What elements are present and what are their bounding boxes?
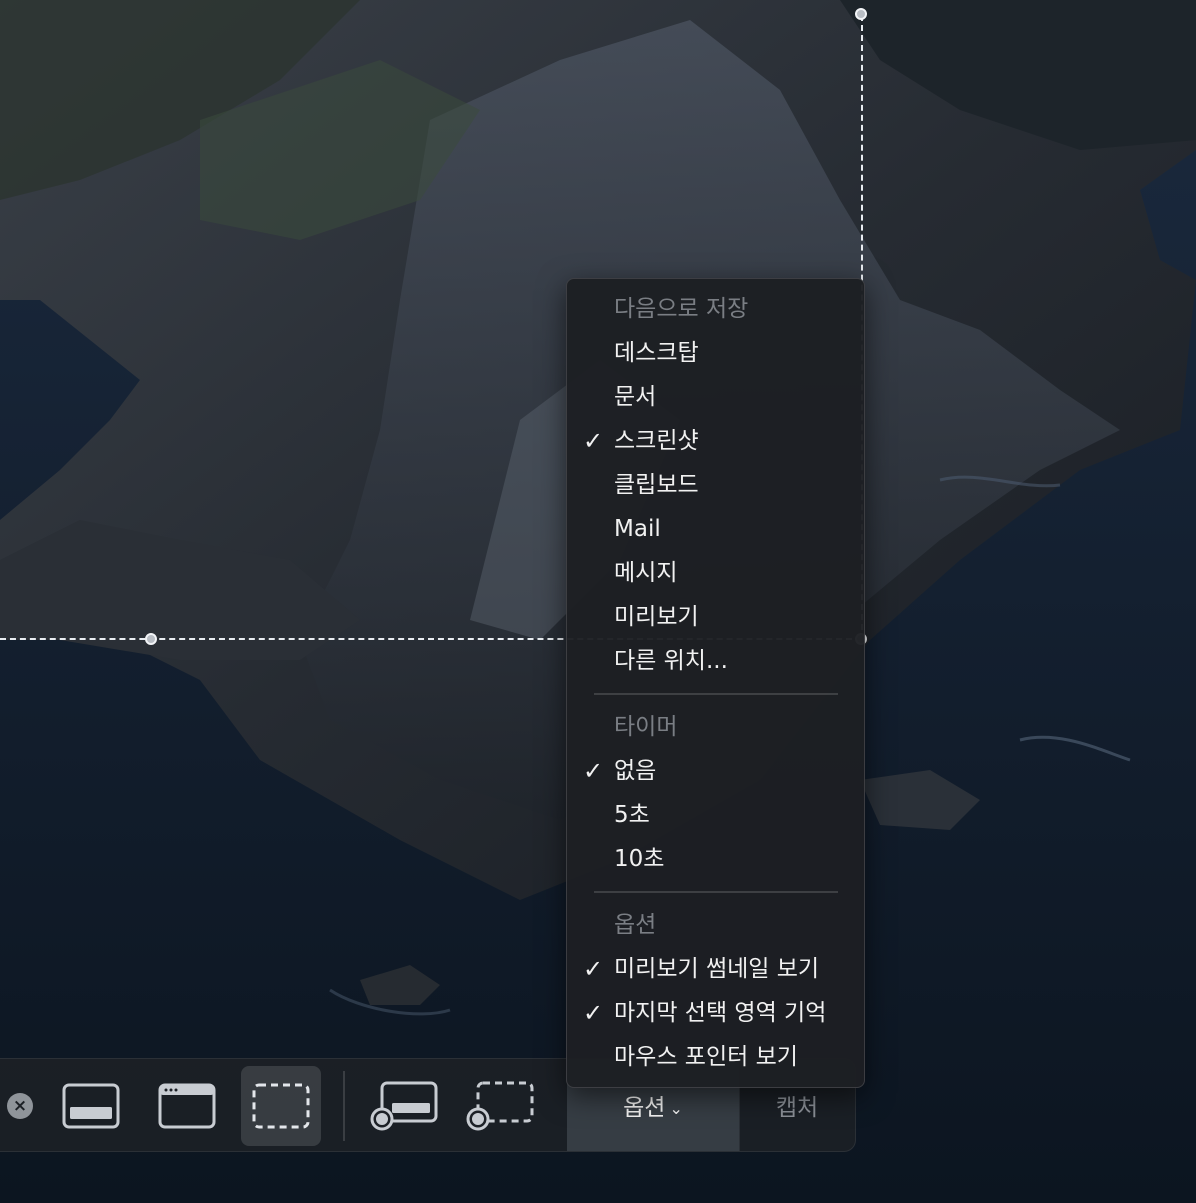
menu-item-show-mouse-pointer[interactable]: 마우스 포인터 보기 bbox=[567, 1036, 864, 1078]
checkmark-icon: ✓ bbox=[583, 757, 604, 785]
menu-item-label: 메시지 bbox=[614, 560, 678, 586]
menu-item-label: 10초 bbox=[614, 846, 665, 872]
record-entire-screen-icon bbox=[370, 1081, 438, 1131]
selection-handle-bottom-middle[interactable] bbox=[145, 633, 157, 645]
capture-entire-screen-icon bbox=[62, 1083, 120, 1129]
menu-item-timer-5s[interactable]: 5초 bbox=[567, 794, 864, 836]
menu-item-label: 문서 bbox=[614, 384, 657, 410]
menu-header-save-to: 다음으로 저장 bbox=[567, 288, 864, 330]
capture-label: 캡처 bbox=[775, 1095, 819, 1121]
menu-item-show-floating-thumbnail[interactable]: ✓ 미리보기 썸네일 보기 bbox=[567, 948, 864, 990]
capture-entire-screen-button[interactable] bbox=[51, 1066, 131, 1146]
checkmark-icon: ✓ bbox=[583, 427, 604, 455]
menu-item-label: 없음 bbox=[614, 758, 657, 784]
menu-item-clipboard[interactable]: 클립보드 bbox=[567, 464, 864, 506]
record-entire-screen-button[interactable] bbox=[365, 1066, 445, 1146]
menu-item-timer-10s[interactable]: 10초 bbox=[567, 838, 864, 880]
menu-header-label: 타이머 bbox=[614, 714, 678, 740]
menu-item-other-location[interactable]: 다른 위치... bbox=[567, 640, 864, 682]
capture-selection-icon bbox=[252, 1083, 310, 1129]
capture-selection-button[interactable] bbox=[241, 1066, 321, 1146]
menu-item-screenshots[interactable]: ✓ 스크린샷 bbox=[567, 420, 864, 462]
menu-header-options: 옵션 bbox=[567, 904, 864, 946]
close-icon[interactable]: × bbox=[7, 1093, 33, 1119]
menu-separator bbox=[594, 891, 838, 893]
menu-item-label: 데스크탑 bbox=[614, 340, 699, 366]
checkmark-icon: ✓ bbox=[583, 999, 604, 1027]
capture-window-button[interactable] bbox=[147, 1066, 227, 1146]
menu-item-label: Mail bbox=[614, 516, 661, 542]
menu-item-label: 클립보드 bbox=[614, 472, 699, 498]
record-selection-button[interactable] bbox=[461, 1066, 541, 1146]
selection-handle-top-right[interactable] bbox=[855, 8, 867, 20]
menu-header-timer: 타이머 bbox=[567, 706, 864, 748]
options-label: 옵션 bbox=[623, 1095, 666, 1121]
menu-item-label: 5초 bbox=[614, 802, 650, 828]
menu-item-desktop[interactable]: 데스크탑 bbox=[567, 332, 864, 374]
menu-item-preview[interactable]: 미리보기 bbox=[567, 596, 864, 638]
menu-item-messages[interactable]: 메시지 bbox=[567, 552, 864, 594]
menu-item-label: 미리보기 썸네일 보기 bbox=[614, 956, 820, 982]
options-menu: 다음으로 저장 데스크탑 문서 ✓ 스크린샷 클립보드 Mail 메시지 미리보기… bbox=[566, 278, 865, 1088]
menu-separator bbox=[594, 693, 838, 695]
menu-item-label: 스크린샷 bbox=[614, 428, 699, 454]
menu-item-timer-none[interactable]: ✓ 없음 bbox=[567, 750, 864, 792]
menu-item-label: 마지막 선택 영역 기억 bbox=[614, 1000, 827, 1026]
menu-item-label: 다른 위치... bbox=[614, 648, 728, 674]
menu-item-label: 마우스 포인터 보기 bbox=[614, 1044, 798, 1070]
toolbar-divider bbox=[343, 1071, 345, 1141]
menu-item-mail[interactable]: Mail bbox=[567, 508, 864, 550]
checkmark-icon: ✓ bbox=[583, 955, 604, 983]
capture-window-icon bbox=[158, 1083, 216, 1129]
menu-header-label: 다음으로 저장 bbox=[614, 296, 749, 322]
menu-item-documents[interactable]: 문서 bbox=[567, 376, 864, 418]
menu-header-label: 옵션 bbox=[614, 912, 657, 938]
chevron-down-icon: ⌄ bbox=[669, 1098, 683, 1118]
record-selection-icon bbox=[466, 1081, 534, 1131]
menu-item-label: 미리보기 bbox=[614, 604, 699, 630]
menu-item-remember-last-selection[interactable]: ✓ 마지막 선택 영역 기억 bbox=[567, 992, 864, 1034]
